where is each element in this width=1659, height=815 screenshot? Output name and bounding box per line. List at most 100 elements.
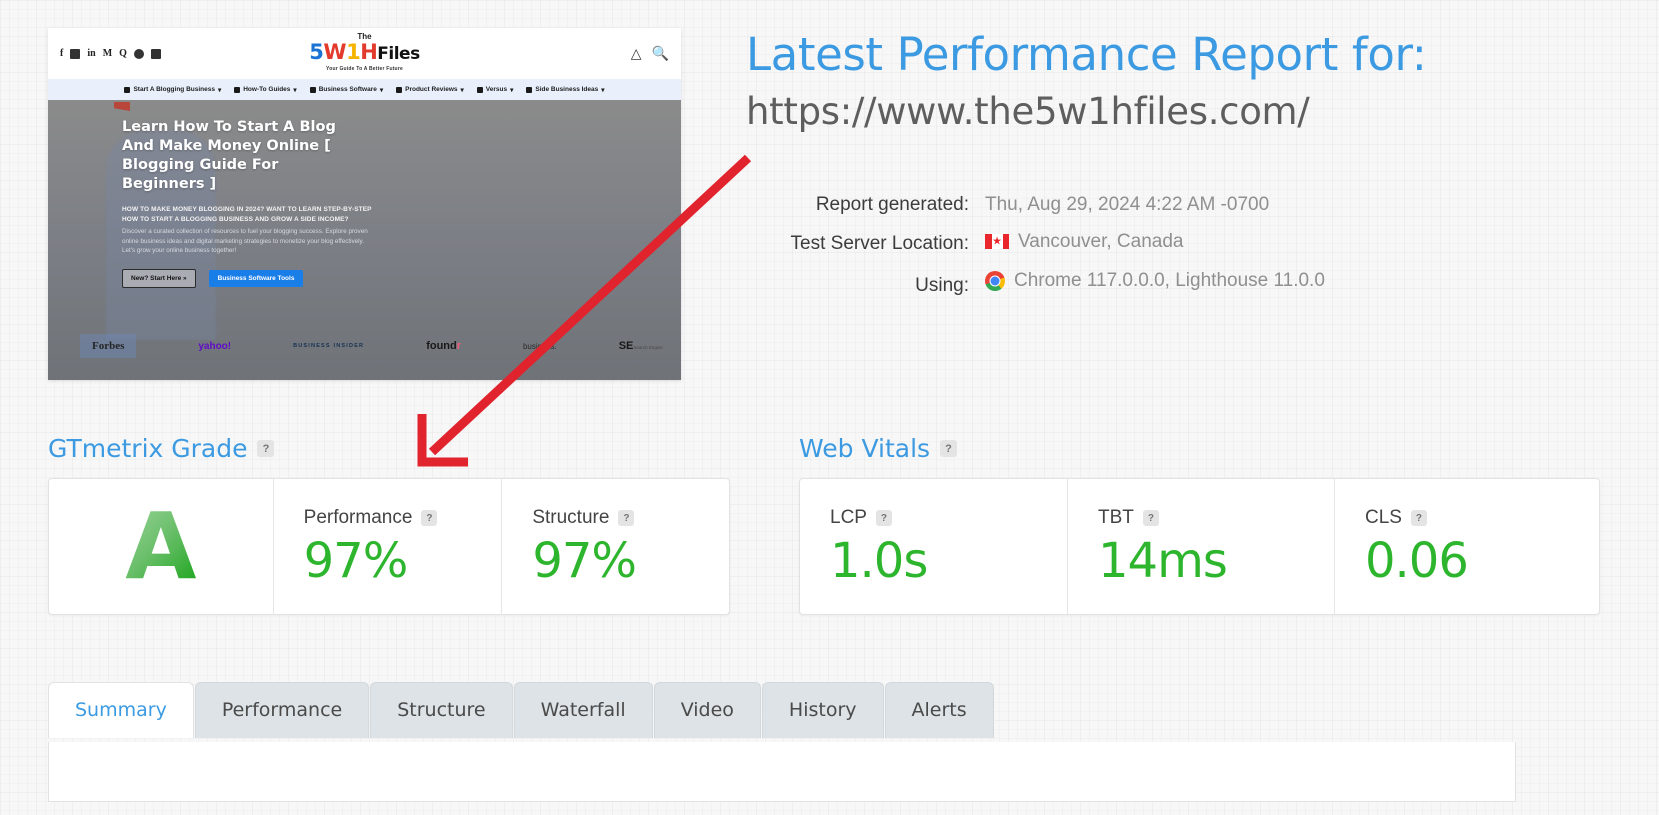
structure-help-icon[interactable]: ?	[618, 510, 635, 526]
pinterest-icon	[133, 48, 144, 59]
logo-tagline: Your Guide To A Better Future	[326, 66, 403, 72]
nav-bullet-icon	[476, 86, 483, 93]
lcp-value: 1.0s	[830, 533, 928, 589]
start-here-button[interactable]: New? Start Here »	[122, 268, 196, 288]
gtmetrix-grade-label: GTmetrix Grade	[48, 434, 248, 463]
logo-the-text: The	[357, 32, 372, 41]
press-logo-business: business.	[522, 341, 557, 351]
press-logo-forbes: Forbes	[80, 334, 137, 358]
hero-heading: Learn How To Start A Blog And Make Money…	[122, 119, 336, 192]
hero-kicker-text: HOW TO MAKE MONEY BLOGGING IN 2024? WANT…	[122, 206, 372, 223]
gtmetrix-grade-section-title: GTmetrix Grade ?	[48, 434, 275, 463]
report-metadata: Report generated: Thu, Aug 29, 2024 4:22…	[760, 186, 1325, 304]
maple-leaf-icon: ★	[992, 235, 1002, 247]
performance-metric-cell: Performance ? 97%	[272, 479, 502, 614]
notification-bell-icon[interactable]: △	[631, 45, 642, 62]
chrome-icon	[985, 270, 1005, 291]
nav-item-versus[interactable]: Versus ▾	[476, 86, 513, 94]
performance-help-icon[interactable]: ?	[421, 510, 438, 526]
tab-video[interactable]: Video	[653, 682, 761, 738]
hero-paragraph: Discover a curated collection of resourc…	[122, 228, 368, 254]
nav-item-business-software[interactable]: Business Software ▾	[309, 86, 383, 94]
web-vitals-section-title: Web Vitals ?	[799, 434, 958, 463]
structure-value: 97%	[532, 533, 637, 589]
press-logo-strip: Forbes yahoo! BUSINESS INSIDER foundr bu…	[80, 334, 663, 358]
lcp-metric-cell: LCP ? 1.0s	[800, 479, 1067, 614]
logo-wordmark: 5W1HFiles	[309, 40, 420, 64]
grade-letter: A	[125, 492, 197, 600]
web-vitals-help-icon[interactable]: ?	[940, 440, 958, 457]
hero-button-group: New? Start Here » Business Software Tool…	[122, 268, 661, 288]
nav-item-side-business-ideas[interactable]: Side Business Ideas ▾	[526, 86, 605, 94]
report-generated-value: Thu, Aug 29, 2024 4:22 AM -0700	[985, 194, 1270, 215]
web-vitals-label: Web Vitals	[799, 434, 931, 463]
performance-value: 97%	[303, 533, 409, 589]
cls-metric-cell: CLS ? 0.06	[1334, 479, 1599, 614]
youtube-icon	[70, 48, 81, 59]
test-server-value: ★ Vancouver, Canada	[985, 223, 1184, 260]
tab-history[interactable]: History	[761, 682, 884, 738]
lcp-help-icon[interactable]: ?	[875, 510, 892, 526]
tab-performance[interactable]: Performance	[194, 682, 370, 738]
press-logo-business-insider: BUSINESS INSIDER	[293, 342, 365, 349]
using-label: Using:	[915, 274, 969, 296]
report-tab-bar: Summary Performance Structure Waterfall …	[48, 682, 995, 738]
nav-bullet-icon	[396, 86, 403, 93]
structure-label: Structure	[532, 507, 610, 528]
tab-summary[interactable]: Summary	[48, 682, 194, 738]
web-vitals-card: LCP ? 1.0s TBT ? 14ms CLS ? 0.06	[799, 478, 1600, 615]
cls-value: 0.06	[1365, 533, 1469, 589]
nav-bullet-icon	[309, 86, 316, 93]
metadata-row-test-server: Test Server Location: ★ Vancouver, Canad…	[760, 223, 1325, 262]
test-server-label: Test Server Location:	[790, 233, 969, 254]
press-logo-yahoo: yahoo!	[198, 340, 232, 352]
nav-item-start-a-blogging-business[interactable]: Start A Blogging Business ▾	[124, 86, 221, 94]
flipboard-icon	[150, 48, 161, 59]
nav-bullet-icon	[234, 86, 241, 93]
report-generated-label: Report generated:	[815, 194, 969, 215]
tab-structure[interactable]: Structure	[370, 682, 513, 738]
tab-waterfall[interactable]: Waterfall	[513, 682, 653, 738]
performance-label-row: Performance ?	[304, 507, 502, 529]
tbt-label: TBT	[1098, 507, 1134, 528]
using-value: Chrome 117.0.0.0, Lighthouse 11.0.0	[985, 262, 1325, 299]
tbt-metric-cell: TBT ? 14ms	[1067, 479, 1334, 614]
tbt-value: 14ms	[1098, 533, 1228, 589]
site-navigation: Start A Blogging Business ▾ How-To Guide…	[48, 79, 681, 100]
quora-icon: Q	[119, 47, 127, 59]
report-url[interactable]: https://www.the5w1hfiles.com/	[746, 89, 1427, 135]
tbt-help-icon[interactable]: ?	[1142, 510, 1159, 526]
tab-alerts[interactable]: Alerts	[884, 682, 994, 738]
press-logo-search-engine: SESearch Engine	[618, 340, 663, 352]
medium-icon: M	[102, 47, 113, 59]
nav-item-product-reviews[interactable]: Product Reviews ▾	[396, 86, 464, 94]
structure-metric-cell: Structure ? 97%	[501, 479, 729, 614]
site-topbar: f in M Q The 5W1HFiles Your Guide To A B…	[48, 28, 681, 79]
business-software-tools-button[interactable]: Business Software Tools	[208, 269, 304, 287]
press-logo-foundr: foundr	[426, 340, 462, 352]
tbt-label-row: TBT ?	[1098, 507, 1334, 529]
metadata-row-using: Using: Chrome 117.0.0.0, Lighthouse 11.0…	[760, 262, 1325, 304]
cls-label-row: CLS ?	[1365, 507, 1599, 529]
search-icon[interactable]: 🔍	[652, 45, 669, 62]
metadata-row-report-generated: Report generated: Thu, Aug 29, 2024 4:22…	[760, 186, 1325, 223]
cls-label: CLS	[1365, 507, 1402, 528]
gtmetrix-grade-card: A Performance ? 97% Structure ? 97%	[48, 478, 730, 615]
canada-flag-icon: ★	[985, 234, 1009, 249]
page-title: Latest Performance Report for:	[746, 28, 1427, 81]
nav-item-how-to-guides[interactable]: How-To Guides ▾	[234, 86, 297, 94]
hero-flag-icon	[114, 102, 130, 111]
grade-cell: A	[49, 479, 273, 614]
website-screenshot-thumbnail[interactable]: f in M Q The 5W1HFiles Your Guide To A B…	[48, 28, 681, 380]
social-icon-row: f in M Q	[60, 47, 161, 59]
site-topbar-actions: △ 🔍	[631, 45, 669, 62]
linkedin-icon: in	[87, 47, 96, 59]
lcp-label-row: LCP ?	[830, 507, 1067, 529]
gtmetrix-grade-help-icon[interactable]: ?	[257, 440, 275, 457]
nav-bullet-icon	[526, 86, 533, 93]
lcp-label: LCP	[830, 507, 867, 528]
performance-label: Performance	[303, 507, 413, 528]
cls-help-icon[interactable]: ?	[1410, 510, 1427, 526]
tab-content-panel	[48, 742, 1516, 802]
site-hero-section: Learn How To Start A Blog And Make Money…	[48, 100, 681, 380]
